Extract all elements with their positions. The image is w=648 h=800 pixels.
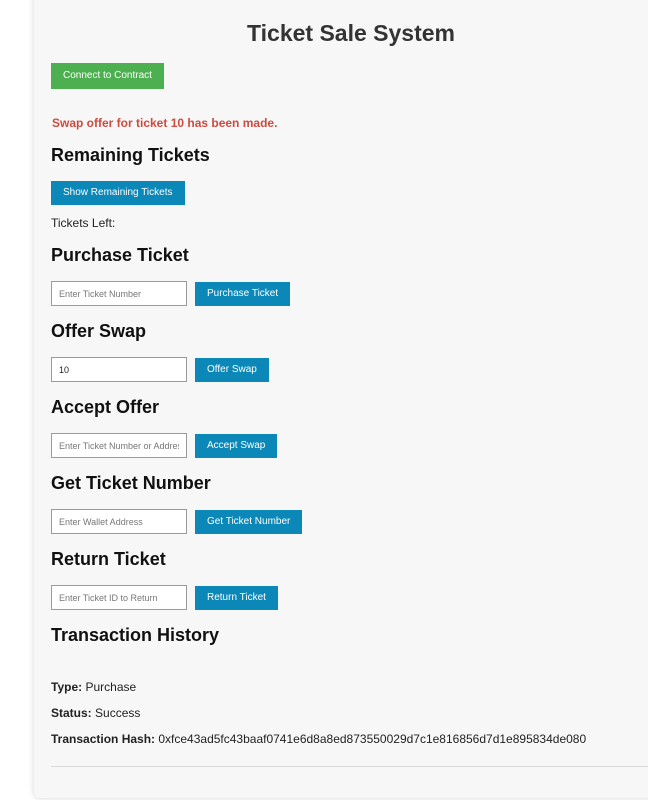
purchase-ticket-button[interactable]: Purchase Ticket bbox=[195, 282, 291, 306]
accept-offer-input[interactable] bbox=[51, 433, 187, 458]
connect-contract-button[interactable]: Connect to Contract bbox=[51, 63, 164, 89]
purchase-ticket-heading: Purchase Ticket bbox=[51, 245, 189, 265]
offer-swap-heading: Offer Swap bbox=[51, 321, 147, 341]
offer-swap-input[interactable] bbox=[51, 357, 187, 382]
show-remaining-tickets-button[interactable]: Show Remaining Tickets bbox=[51, 181, 185, 205]
history-type-value: Purchase bbox=[85, 680, 137, 694]
get-ticket-number-heading: Get Ticket Number bbox=[51, 473, 211, 493]
get-ticket-number-button[interactable]: Get Ticket Number bbox=[195, 510, 303, 534]
return-ticket-heading: Return Ticket bbox=[51, 549, 166, 569]
status-message: Swap offer for ticket 10 has been made. bbox=[52, 116, 278, 130]
accept-offer-heading: Accept Offer bbox=[51, 397, 160, 417]
return-ticket-button[interactable]: Return Ticket bbox=[195, 586, 278, 610]
history-hash: Transaction Hash: 0xfce43ad5fc43baaf0741… bbox=[51, 732, 586, 746]
accept-swap-button[interactable]: Accept Swap bbox=[195, 434, 278, 458]
tickets-left-label: Tickets Left: bbox=[51, 216, 116, 230]
history-hash-value: 0xfce43ad5fc43baaf0741e6d8a8ed873550029d… bbox=[158, 732, 587, 746]
page-title: Ticket Sale System bbox=[247, 20, 455, 46]
purchase-ticket-input[interactable] bbox=[51, 281, 187, 306]
history-status-value: Success bbox=[95, 706, 141, 720]
remaining-tickets-heading: Remaining Tickets bbox=[51, 145, 210, 165]
history-hash-label: Transaction Hash: bbox=[51, 732, 156, 746]
history-status-label: Status: bbox=[51, 706, 92, 720]
history-type-label: Type: bbox=[51, 680, 83, 694]
history-divider bbox=[51, 766, 648, 767]
return-ticket-input[interactable] bbox=[51, 585, 187, 610]
transaction-history-heading: Transaction History bbox=[51, 625, 220, 645]
history-type: Type: Purchase bbox=[51, 680, 136, 694]
history-status: Status: Success bbox=[51, 706, 140, 720]
offer-swap-button[interactable]: Offer Swap bbox=[195, 358, 269, 382]
wallet-address-input[interactable] bbox=[51, 509, 187, 534]
